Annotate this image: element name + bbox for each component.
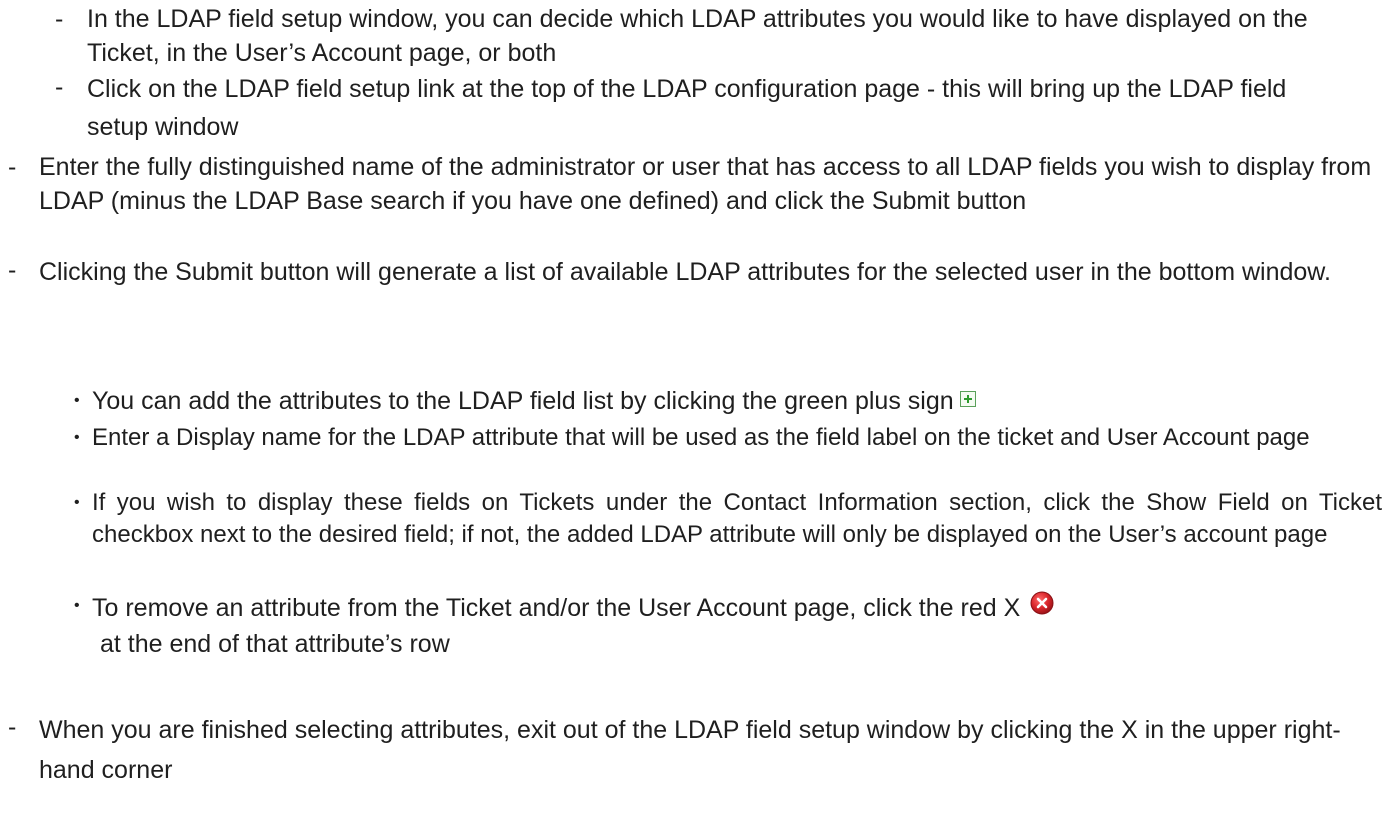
sub-list-item: - In the LDAP field setup window, you ca… xyxy=(55,2,1347,70)
bullet-item-text: To remove an attribute from the Ticket a… xyxy=(92,594,1021,622)
bullet-list-item: • To remove an attribute from the Ticket… xyxy=(74,590,1382,662)
main-item-text: When you are finished selecting attribut… xyxy=(39,716,1341,784)
red-x-icon xyxy=(1030,591,1054,615)
sub-item-text: In the LDAP field setup window, you can … xyxy=(87,5,1308,67)
bullet-item-text: You can add the attributes to the LDAP f… xyxy=(92,387,954,415)
dash-marker: - xyxy=(55,73,64,101)
bullet-item-text: If you wish to display these fields on T… xyxy=(92,489,1382,548)
bullet-list-item: • You can add the attributes to the LDAP… xyxy=(74,385,1382,417)
sub-item-text: Click on the LDAP field setup link at th… xyxy=(87,75,1287,141)
main-item-text: Clicking the Submit button will generate… xyxy=(39,258,1331,286)
bullet-item-text: Enter a Display name for the LDAP attrib… xyxy=(92,424,1310,451)
main-list-item: - When you are finished selecting attrib… xyxy=(8,710,1384,790)
dash-marker: - xyxy=(8,256,17,284)
dash-marker: - xyxy=(55,5,64,33)
main-list-item: - Enter the fully distinguished name of … xyxy=(8,150,1384,218)
main-list-item: - Clicking the Submit button will genera… xyxy=(8,253,1384,291)
bullet-item-text-continued: at the end of that attribute’s row xyxy=(100,630,450,658)
bullet-list-item: • Enter a Display name for the LDAP attr… xyxy=(74,422,1382,454)
bullet-marker: • xyxy=(74,494,80,511)
bullet-marker: • xyxy=(74,392,80,409)
sub-list-item: - Click on the LDAP field setup link at … xyxy=(55,70,1347,146)
bullet-marker: • xyxy=(74,429,80,446)
bullet-marker: • xyxy=(74,597,80,614)
dash-marker: - xyxy=(8,713,17,741)
document-page: { "markers": { "dash": "-", "bullet": "•… xyxy=(0,0,1390,826)
green-plus-icon xyxy=(959,391,976,408)
main-item-text: Enter the fully distinguished name of th… xyxy=(39,153,1372,215)
bullet-list-item: • If you wish to display these fields on… xyxy=(74,487,1382,551)
dash-marker: - xyxy=(8,153,17,181)
